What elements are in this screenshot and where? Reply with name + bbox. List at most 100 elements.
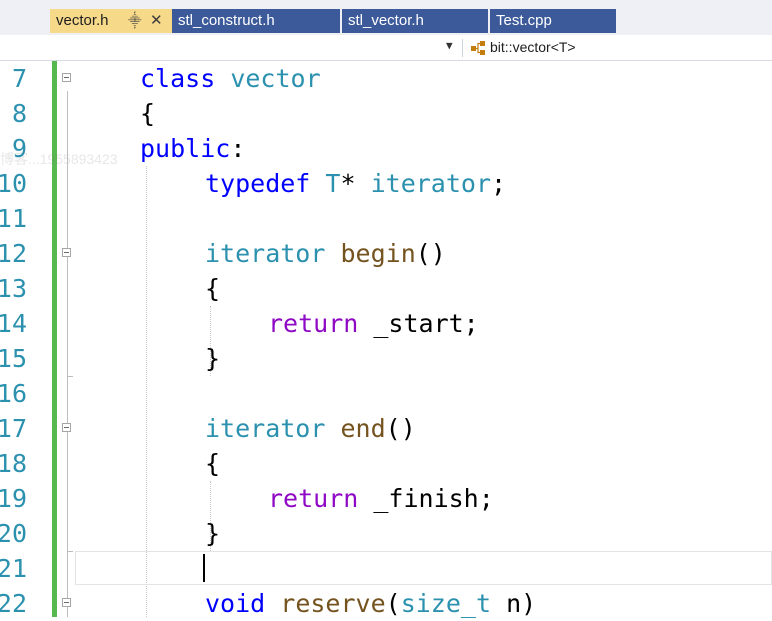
code-token: typedef (205, 169, 311, 198)
line-number: 18 (0, 449, 27, 478)
code-line: 20} (0, 516, 772, 551)
code-line: 18 { (0, 446, 772, 481)
code-text: { (205, 271, 220, 306)
line-number: 20 (0, 519, 27, 548)
code-line: 16 (0, 376, 772, 411)
code-token: n) (491, 589, 537, 618)
navbar-divider (462, 39, 463, 57)
tab-vector-h[interactable]: vector.h ⸎ ✕ (50, 9, 172, 33)
code-text: iterator begin() (205, 236, 446, 271)
scope-dropdown[interactable]: bit::vector<T> (490, 37, 576, 57)
code-token: : (230, 134, 246, 163)
line-number: 9 (11, 134, 27, 163)
code-token: ; (491, 169, 507, 198)
collapse-icon[interactable] (62, 248, 71, 257)
pin-icon[interactable]: ⸎ (128, 9, 142, 33)
line-number: 21 (0, 554, 27, 583)
code-token: { (205, 449, 221, 478)
code-token: void (205, 589, 266, 618)
code-editor[interactable]: 博客...1955893423 7 class vector 8{9 public: 1… (0, 61, 772, 618)
code-token: vector (230, 64, 321, 93)
code-token: iterator (370, 169, 492, 198)
tab-label: stl_vector.h (348, 12, 424, 29)
code-token: size_t (400, 589, 492, 618)
code-text: void reserve(size_t n) (205, 586, 536, 621)
document-tab-bar: vector.h ⸎ ✕ stl_construct.h stl_vector.… (0, 0, 772, 35)
tab-label: Test.cpp (496, 12, 552, 29)
code-token: iterator (205, 239, 326, 268)
code-line: 14 return _start; (0, 306, 772, 341)
line-number: 15 (0, 344, 27, 373)
tab-stl-construct-h[interactable]: stl_construct.h (172, 9, 340, 33)
code-token: class (140, 64, 216, 93)
code-text: } (205, 341, 220, 376)
code-token: _finish; (358, 484, 494, 513)
chevron-down-icon[interactable]: ▼ (446, 39, 453, 52)
line-number: 11 (0, 204, 27, 233)
line-number: 14 (0, 309, 27, 338)
code-text: { (205, 446, 220, 481)
line-number: 22 (0, 589, 27, 618)
code-text: typedef T* iterator; (205, 166, 506, 201)
code-text: public: (140, 131, 245, 166)
code-line: 22 void reserve(size_t n) (0, 586, 772, 621)
code-token: iterator (205, 414, 326, 443)
code-line: 12 iterator begin() (0, 236, 772, 271)
code-text: } (205, 516, 220, 551)
code-token: { (140, 99, 156, 128)
code-token: () (385, 414, 416, 443)
code-token: } (205, 519, 221, 548)
collapse-icon[interactable] (62, 598, 71, 607)
line-number: 7 (11, 64, 27, 93)
code-line: 21 (0, 551, 772, 586)
tab-stl-vector-h[interactable]: stl_vector.h (342, 9, 488, 33)
tab-label: stl_construct.h (178, 12, 275, 29)
code-token: * (340, 169, 371, 198)
code-token: public (140, 134, 231, 163)
line-number: 8 (11, 99, 27, 128)
code-line: 19 return _finish; (0, 481, 772, 516)
class-icon (471, 41, 485, 55)
line-number: 12 (0, 239, 27, 268)
code-line: 15} (0, 341, 772, 376)
code-token: reserve (280, 589, 386, 618)
line-number: 17 (0, 414, 27, 443)
code-line: 8{ (0, 96, 772, 131)
code-line: 9 public: (0, 131, 772, 166)
code-token: return (268, 309, 359, 338)
code-token: end (340, 414, 386, 443)
collapse-icon[interactable] (62, 73, 71, 82)
code-text: return _finish; (268, 481, 494, 516)
code-line: 17 iterator end() (0, 411, 772, 446)
code-token: () (415, 239, 446, 268)
code-token: return (268, 484, 359, 513)
line-number: 13 (0, 274, 27, 303)
close-icon[interactable]: ✕ (150, 9, 163, 33)
navigation-bar: ▼ bit::vector<T> (0, 35, 772, 61)
code-line: 11 (0, 201, 772, 236)
line-number: 16 (0, 379, 27, 408)
code-line: 7 class vector (0, 61, 772, 96)
code-token: } (205, 344, 221, 373)
code-token: begin (340, 239, 416, 268)
tab-test-cpp[interactable]: Test.cpp (490, 9, 616, 33)
tab-label: vector.h (56, 12, 109, 29)
code-token: { (205, 274, 221, 303)
code-text: iterator end() (205, 411, 416, 446)
code-text: class vector (140, 61, 321, 96)
code-token: T (325, 169, 341, 198)
code-token: _start; (358, 309, 479, 338)
code-token: ( (385, 589, 401, 618)
collapse-icon[interactable] (62, 423, 71, 432)
code-line: 13 { (0, 271, 772, 306)
line-number: 10 (0, 169, 27, 198)
code-text: { (140, 96, 155, 131)
code-text: return _start; (268, 306, 479, 341)
code-line: 10 typedef T* iterator; (0, 166, 772, 201)
line-number: 19 (0, 484, 27, 513)
